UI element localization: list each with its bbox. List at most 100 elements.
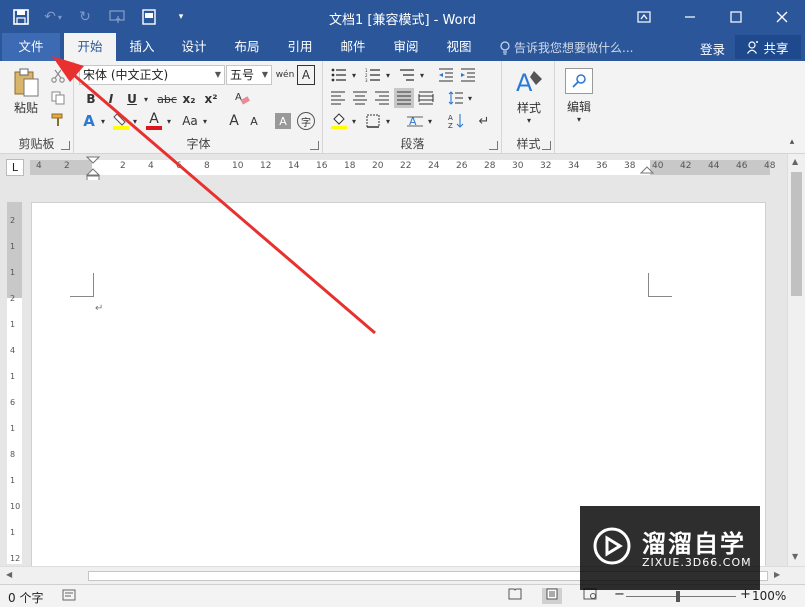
ruler-number: 6 [176,161,182,171]
superscript-button[interactable]: x² [201,89,221,109]
line-spacing-icon[interactable] [446,88,466,108]
tab-selector[interactable]: L [6,159,24,176]
chevron-down-icon[interactable]: ▾ [426,111,434,131]
word-count[interactable]: 0 个字 [8,589,43,606]
change-case-button[interactable]: Aa [179,111,201,131]
chevron-down-icon[interactable]: ▾ [165,111,173,131]
shrink-font-button[interactable]: A [245,111,263,131]
styles-icon: A [516,69,542,97]
maximize-icon[interactable] [713,0,759,33]
bold-button[interactable]: B [81,89,101,109]
ruler-number: 18 [344,161,356,171]
ruler-number: 32 [540,161,552,171]
font-size-select[interactable]: 五号 ▼ [226,65,272,85]
chevron-down-icon[interactable]: ▾ [350,65,358,85]
vertical-scrollbar[interactable]: ▲ ▼ [787,154,805,566]
align-center-icon[interactable] [350,88,370,108]
zoom-slider-track[interactable] [626,596,736,597]
character-shading-icon[interactable]: A [275,113,291,129]
copy-icon[interactable] [48,89,68,107]
font-launcher-icon[interactable] [310,141,319,150]
proofing-icon[interactable] [62,589,76,604]
scrollbar-thumb[interactable] [791,172,802,296]
shading-icon[interactable] [328,111,350,131]
bullets-icon[interactable] [328,65,350,85]
font-color-button[interactable]: A [143,111,165,131]
chevron-down-icon[interactable]: ▾ [141,89,151,109]
read-mode-icon[interactable] [505,588,525,604]
chevron-down-icon[interactable]: ▾ [201,111,209,131]
close-icon[interactable] [759,0,805,33]
format-painter-icon[interactable] [48,111,68,129]
tell-me-box[interactable]: 告诉我您想要做什么... [500,39,633,56]
enclose-characters-icon[interactable]: 字 [297,112,315,130]
scroll-down-icon[interactable]: ▼ [792,552,798,561]
cut-icon[interactable] [48,67,68,85]
vertical-ruler[interactable]: 2 1 1 2 1 4 1 6 1 8 1 10 1 12 [7,202,22,564]
tab-review[interactable]: 审阅 [386,33,426,61]
italic-button[interactable]: I [101,89,121,109]
tab-layout[interactable]: 布局 [227,33,267,61]
styles-launcher-icon[interactable] [542,141,551,150]
chevron-down-icon[interactable]: ▾ [131,111,139,131]
share-button[interactable]: 共享 [735,35,801,59]
clipboard-launcher-icon[interactable] [61,141,70,150]
chevron-down-icon[interactable]: ▾ [384,111,392,131]
print-layout-icon[interactable] [542,588,562,604]
chevron-down-icon[interactable]: ▾ [99,111,107,131]
character-border-icon[interactable]: A [297,65,315,85]
sign-in-link[interactable]: 登录 [700,39,725,58]
tab-file[interactable]: 文件 [2,33,60,61]
tab-insert[interactable]: 插入 [122,33,162,61]
right-indent-marker-icon[interactable] [640,166,654,178]
chevron-down-icon[interactable]: ▾ [418,65,426,85]
font-name-select[interactable]: 宋体 (中文正文) ▼ [79,65,225,85]
multilevel-list-icon[interactable] [396,65,418,85]
justify-icon[interactable] [394,88,414,108]
underline-button[interactable]: U [123,89,141,109]
clipboard-group: 粘贴 剪贴板 [0,61,74,154]
zoom-slider-thumb[interactable] [676,591,680,602]
scroll-right-icon[interactable]: ▶ [774,570,780,579]
chevron-down-icon[interactable]: ▾ [466,88,474,108]
subscript-button[interactable]: x₂ [179,89,199,109]
editing-button[interactable]: 编辑 ▾ [562,65,596,127]
align-left-icon[interactable] [328,88,348,108]
zoom-level[interactable]: 100% [752,589,786,603]
highlight-color-icon[interactable] [111,111,131,131]
collapse-ribbon-icon[interactable]: ▴ [785,135,799,149]
chevron-down-icon[interactable]: ▾ [384,65,392,85]
increase-indent-icon[interactable] [458,65,478,85]
styles-gallery-button[interactable]: A 样式 ▾ [509,65,549,127]
align-right-icon[interactable] [372,88,392,108]
tab-view[interactable]: 视图 [439,33,479,61]
ribbon-display-icon[interactable] [621,0,667,33]
paste-button[interactable]: 粘贴 [6,65,46,117]
sort-icon[interactable]: AZ [446,111,466,131]
borders-icon[interactable] [362,111,384,131]
strikethrough-button[interactable]: abc [155,89,179,109]
horizontal-ruler[interactable]: 4 2 2 4 6 8 10 12 14 16 18 20 22 24 26 28 30 32 34 36 38 40 42… [30,160,775,175]
phonetic-guide-icon[interactable]: wén [275,65,295,85]
window-controls [621,0,805,33]
tab-home[interactable]: 开始 [64,33,116,61]
chevron-down-icon[interactable]: ▾ [350,111,358,131]
tab-references[interactable]: 引用 [280,33,320,61]
ruler-number: 2 [10,216,16,225]
scroll-left-icon[interactable]: ◀ [6,570,12,579]
distributed-icon[interactable] [416,88,436,108]
web-layout-icon[interactable] [580,588,600,604]
zoom-control[interactable]: − + 100% [612,587,787,604]
chinese-layout-icon[interactable]: A [404,111,426,131]
show-marks-icon[interactable]: ↵ [474,111,494,131]
scroll-up-icon[interactable]: ▲ [792,157,798,166]
text-effects-icon[interactable]: A [79,111,99,131]
tab-mailings[interactable]: 邮件 [333,33,373,61]
clear-formatting-icon[interactable]: A [232,88,252,108]
grow-font-button[interactable]: A [225,111,243,131]
minimize-icon[interactable] [667,0,713,33]
numbering-icon[interactable]: 123 [362,65,384,85]
decrease-indent-icon[interactable] [436,65,456,85]
paragraph-launcher-icon[interactable] [489,141,498,150]
tab-design[interactable]: 设计 [174,33,214,61]
